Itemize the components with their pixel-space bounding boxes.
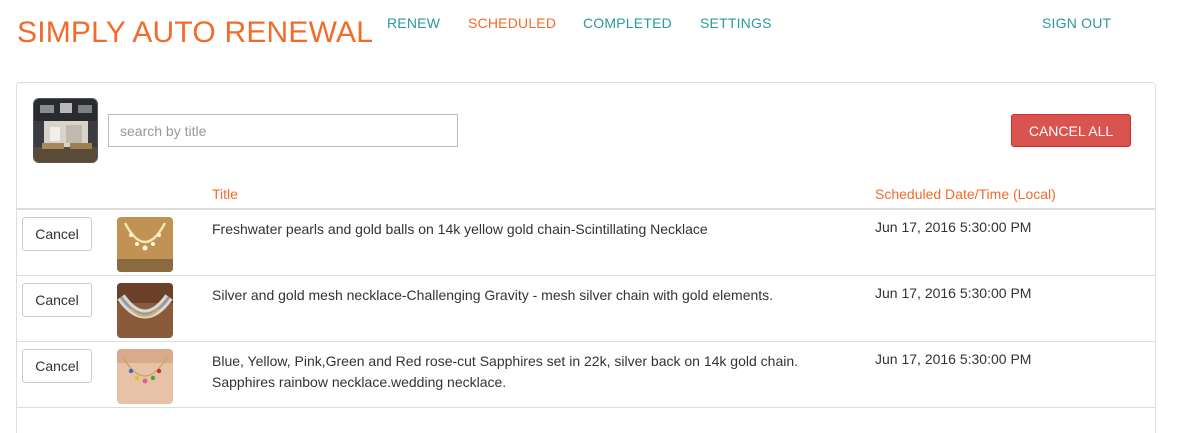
item-title: Blue, Yellow, Pink,Green and Red rose-cu… [212, 353, 799, 390]
table-row: Cancel Silver and gold mesh necklace-Cha… [17, 276, 1155, 342]
cancel-all-button[interactable]: CANCEL ALL [1011, 114, 1131, 147]
store-avatar [33, 98, 98, 163]
row-cancel-button[interactable]: Cancel [22, 349, 92, 383]
row-cancel-button[interactable]: Cancel [22, 217, 92, 251]
product-thumbnail[interactable] [117, 349, 173, 404]
nav-sign-out[interactable]: SIGN OUT [1042, 15, 1111, 31]
nav-scheduled[interactable]: SCHEDULED [468, 15, 556, 31]
nav-renew[interactable]: RENEW [387, 15, 440, 31]
scheduled-panel: CANCEL ALL Title Scheduled Date/Time (Lo… [16, 82, 1156, 433]
item-scheduled-date: Jun 17, 2016 5:30:00 PM [875, 219, 1032, 235]
table-row: Cancel Freshwater pearls and gold balls … [17, 210, 1155, 276]
search-input[interactable] [108, 114, 458, 147]
top-nav: RENEW SCHEDULED COMPLETED SETTINGS SIGN … [0, 15, 1183, 35]
item-scheduled-date: Jun 17, 2016 5:30:00 PM [875, 351, 1032, 367]
nav-settings[interactable]: SETTINGS [700, 15, 772, 31]
item-scheduled-date: Jun 17, 2016 5:30:00 PM [875, 285, 1032, 301]
product-thumbnail[interactable] [117, 283, 173, 338]
item-title: Freshwater pearls and gold balls on 14k … [212, 221, 708, 237]
nav-completed[interactable]: COMPLETED [583, 15, 672, 31]
column-header-title: Title [212, 186, 238, 202]
table-row: Cancel Blue, Yellow, Pink,Green and Red … [17, 342, 1155, 408]
row-cancel-button[interactable]: Cancel [22, 283, 92, 317]
column-header-date: Scheduled Date/Time (Local) [875, 186, 1056, 202]
item-title: Silver and gold mesh necklace-Challengin… [212, 287, 774, 303]
product-thumbnail[interactable] [117, 217, 173, 272]
